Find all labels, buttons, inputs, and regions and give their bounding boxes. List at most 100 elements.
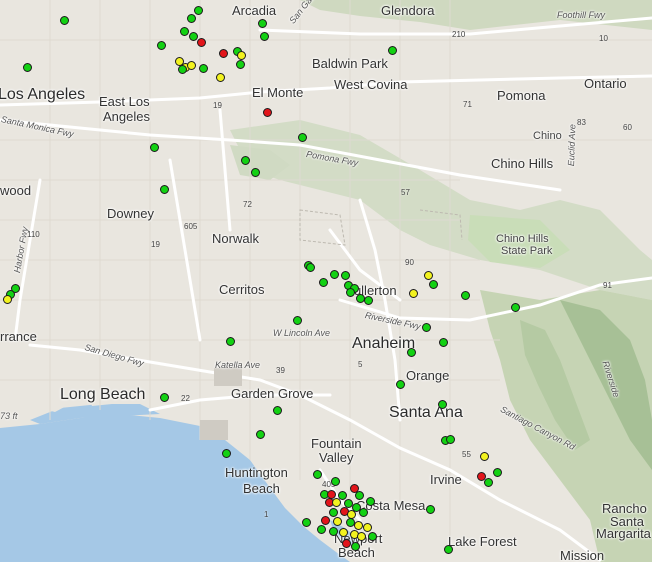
marker-yellow[interactable]	[480, 452, 489, 461]
marker-green[interactable]	[298, 133, 307, 142]
marker-green[interactable]	[364, 296, 373, 305]
marker-yellow[interactable]	[333, 517, 342, 526]
marker-green[interactable]	[160, 393, 169, 402]
marker-green[interactable]	[194, 6, 203, 15]
marker-green[interactable]	[439, 338, 448, 347]
marker-green[interactable]	[396, 380, 405, 389]
marker-green[interactable]	[461, 291, 470, 300]
marker-green[interactable]	[444, 545, 453, 554]
marker-green[interactable]	[484, 478, 493, 487]
road-label: Euclid Ave	[566, 123, 578, 167]
highway-shield-label: 72	[243, 200, 252, 209]
marker-green[interactable]	[180, 27, 189, 36]
marker-green[interactable]	[241, 156, 250, 165]
city-label: Garden Grove	[231, 386, 314, 401]
marker-red[interactable]	[321, 516, 330, 525]
marker-green[interactable]	[157, 41, 166, 50]
marker-yellow[interactable]	[339, 528, 348, 537]
marker-green[interactable]	[493, 468, 502, 477]
marker-yellow[interactable]	[354, 521, 363, 530]
marker-green[interactable]	[329, 527, 338, 536]
marker-green[interactable]	[222, 449, 231, 458]
marker-yellow[interactable]	[332, 498, 341, 507]
city-label: Chino Hills	[491, 156, 554, 171]
marker-green[interactable]	[160, 185, 169, 194]
road-label: 73 ft	[0, 411, 18, 421]
marker-green[interactable]	[329, 508, 338, 517]
marker-green[interactable]	[317, 525, 326, 534]
marker-yellow[interactable]	[187, 61, 196, 70]
marker-red[interactable]	[197, 38, 206, 47]
city-label: Cerritos	[219, 282, 265, 297]
marker-green[interactable]	[199, 64, 208, 73]
marker-green[interactable]	[178, 65, 187, 74]
marker-green[interactable]	[302, 518, 311, 527]
marker-green[interactable]	[150, 143, 159, 152]
road-label: Foothill Fwy	[557, 10, 606, 20]
marker-green[interactable]	[341, 271, 350, 280]
marker-green[interactable]	[60, 16, 69, 25]
el-toro-block	[200, 420, 228, 440]
city-label: Arcadia	[232, 3, 277, 18]
highway-shield-label: 60	[623, 123, 632, 132]
marker-green[interactable]	[187, 14, 196, 23]
city-label: Norwalk	[212, 231, 259, 246]
city-label: Santa Ana	[389, 404, 463, 421]
marker-green[interactable]	[388, 46, 397, 55]
city-label: Fountain	[311, 436, 362, 451]
city-label: Irvine	[430, 472, 462, 487]
marker-green[interactable]	[446, 435, 455, 444]
marker-green[interactable]	[319, 278, 328, 287]
marker-green[interactable]	[251, 168, 260, 177]
highway-shield-label: 19	[213, 101, 222, 110]
marker-red[interactable]	[342, 539, 351, 548]
marker-green[interactable]	[407, 348, 416, 357]
marker-green[interactable]	[359, 508, 368, 517]
marker-yellow[interactable]	[3, 295, 12, 304]
marker-green[interactable]	[331, 477, 340, 486]
marker-green[interactable]	[313, 470, 322, 479]
marker-green[interactable]	[438, 400, 447, 409]
marker-green[interactable]	[355, 491, 364, 500]
city-label: Chino Hills	[496, 233, 549, 245]
marker-green[interactable]	[226, 337, 235, 346]
marker-yellow[interactable]	[216, 73, 225, 82]
highway-shield-label: 39	[276, 366, 285, 375]
marker-green[interactable]	[23, 63, 32, 72]
city-label: Angeles	[103, 109, 150, 124]
highway-shield-label: 71	[463, 100, 472, 109]
marker-yellow[interactable]	[409, 289, 418, 298]
city-label: Beach	[243, 481, 280, 496]
marker-yellow[interactable]	[363, 523, 372, 532]
marker-yellow[interactable]	[424, 271, 433, 280]
marker-green[interactable]	[260, 32, 269, 41]
marker-green[interactable]	[346, 288, 355, 297]
marker-red[interactable]	[219, 49, 228, 58]
marker-red[interactable]	[263, 108, 272, 117]
marker-green[interactable]	[511, 303, 520, 312]
marker-green[interactable]	[258, 19, 267, 28]
marker-green[interactable]	[351, 542, 360, 551]
marker-green[interactable]	[368, 532, 377, 541]
marker-green[interactable]	[236, 60, 245, 69]
marker-green[interactable]	[273, 406, 282, 415]
highway-shield-label: 57	[401, 188, 410, 197]
city-label: wood	[0, 183, 32, 198]
map-view[interactable]: Glendora Arcadia Baldwin Park West Covina Po…	[0, 0, 652, 562]
marker-green[interactable]	[429, 280, 438, 289]
marker-green[interactable]	[366, 497, 375, 506]
city-label: State Park	[501, 245, 553, 257]
marker-green[interactable]	[426, 505, 435, 514]
city-label: Glendora	[381, 3, 435, 18]
marker-green[interactable]	[256, 430, 265, 439]
marker-green[interactable]	[293, 316, 302, 325]
city-label: East Los	[99, 94, 150, 109]
marker-yellow[interactable]	[357, 532, 366, 541]
city-label: rrance	[0, 329, 37, 344]
marker-yellow[interactable]	[237, 51, 246, 60]
road-label: Katella Ave	[215, 360, 261, 370]
marker-green[interactable]	[422, 323, 431, 332]
marker-green[interactable]	[330, 270, 339, 279]
marker-green[interactable]	[306, 263, 315, 272]
city-label: Downey	[107, 206, 154, 221]
